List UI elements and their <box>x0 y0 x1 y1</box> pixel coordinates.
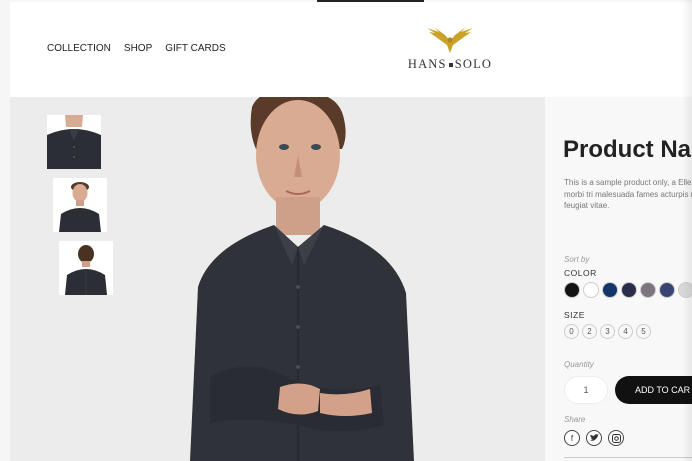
main-nav: COLLECTION SHOP GIFT CARDS <box>47 43 226 54</box>
panel-divider <box>564 457 692 458</box>
nav-shop[interactable]: SHOP <box>124 43 152 54</box>
product-description: This is a sample product only, a Ellente… <box>564 178 692 210</box>
eagle-emblem-icon <box>427 27 473 53</box>
product-details-panel: Product Nar This is a sample product onl… <box>545 97 692 461</box>
edge-shadow <box>682 0 692 461</box>
color-swatch[interactable] <box>583 282 599 298</box>
add-to-cart-button[interactable]: ADD TO CAR <box>615 376 692 404</box>
product-title: Product Nar <box>563 136 692 163</box>
instagram-icon[interactable] <box>608 430 624 446</box>
color-label: COLOR <box>564 268 597 278</box>
color-swatch-list <box>564 282 692 298</box>
instagram-glyph <box>611 433 621 443</box>
thumb-closeup-image <box>47 115 101 169</box>
size-option-list: 02345 <box>564 324 651 339</box>
size-option[interactable]: 4 <box>618 324 633 339</box>
product-gallery <box>10 97 545 461</box>
site-header: COLLECTION SHOP GIFT CARDS HANS SOLO <box>10 2 692 97</box>
color-swatch[interactable] <box>602 282 618 298</box>
twitter-icon[interactable] <box>586 430 602 446</box>
thumb-front-image <box>53 178 107 232</box>
quantity-label: Quantity <box>564 360 594 369</box>
brand-wordmark: HANS SOLO <box>402 57 498 72</box>
nav-collection[interactable]: COLLECTION <box>47 43 111 54</box>
color-swatch[interactable] <box>640 282 656 298</box>
brand-separator <box>448 63 453 68</box>
size-option[interactable]: 3 <box>600 324 615 339</box>
sort-by-label: Sort by <box>564 255 590 264</box>
size-option[interactable]: 0 <box>564 324 579 339</box>
thumbnail-3[interactable] <box>59 241 113 295</box>
size-option[interactable]: 5 <box>636 324 651 339</box>
nav-gift-cards[interactable]: GIFT CARDS <box>165 43 225 54</box>
color-swatch[interactable] <box>659 282 675 298</box>
color-swatch[interactable] <box>621 282 637 298</box>
product-main-image[interactable] <box>170 97 420 461</box>
quantity-input[interactable] <box>564 376 608 404</box>
share-icon-list: f <box>564 430 624 446</box>
thumbnail-2[interactable] <box>53 178 107 232</box>
size-option[interactable]: 2 <box>582 324 597 339</box>
color-swatch[interactable] <box>564 282 580 298</box>
facebook-icon[interactable]: f <box>564 430 580 446</box>
brand-name-left: HANS <box>407 57 447 71</box>
share-label: Share <box>564 415 586 424</box>
brand-logo[interactable]: HANS SOLO <box>402 26 498 76</box>
thumbnail-1[interactable] <box>47 115 101 169</box>
twitter-bird-glyph <box>589 434 599 441</box>
size-label: SIZE <box>564 310 585 320</box>
thumb-back-image <box>59 241 113 295</box>
brand-name-right: SOLO <box>454 57 493 71</box>
